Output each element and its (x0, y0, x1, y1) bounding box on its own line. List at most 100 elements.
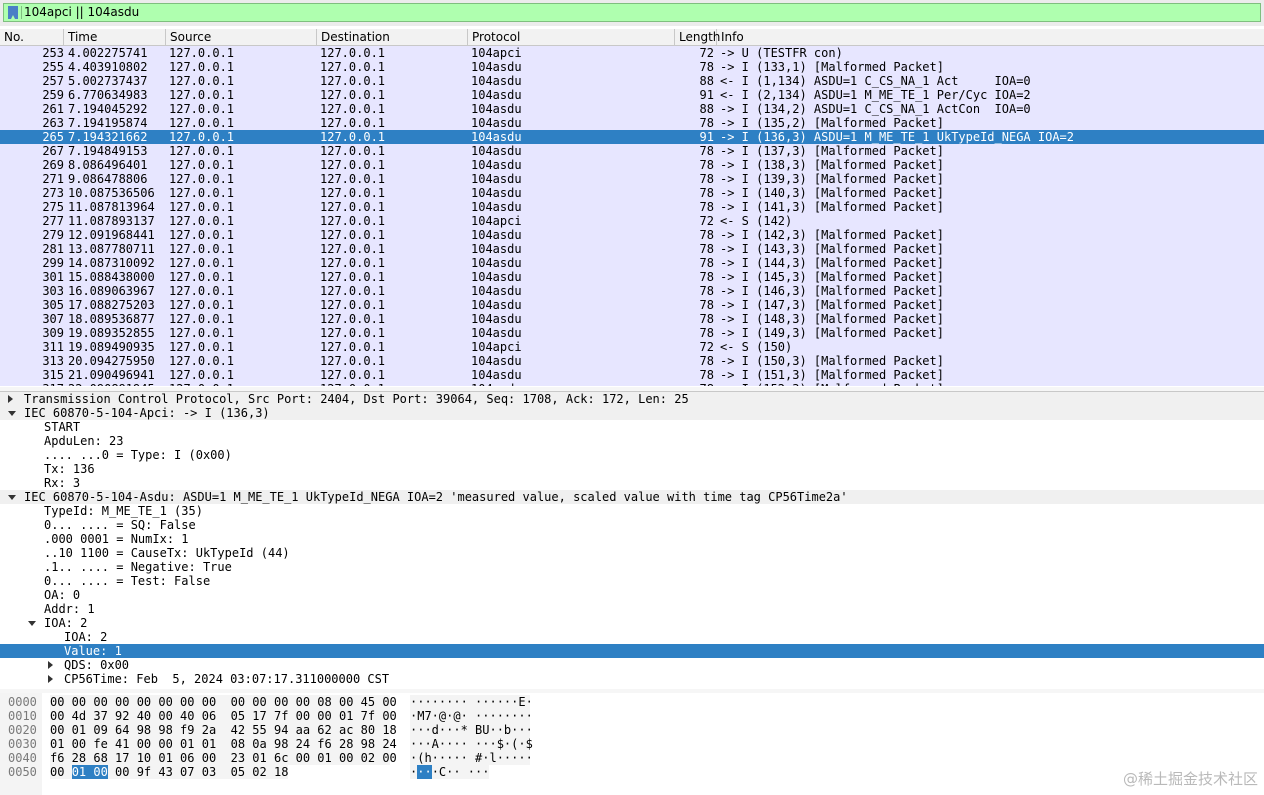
packet-row[interactable]: 255 4.403910802 127.0.0.1 127.0.0.1 104asdu 7… (0, 60, 1264, 74)
packet-cell-no: 313 (42, 354, 64, 368)
detail-row[interactable]: 0... .... = SQ: False (0, 518, 1264, 532)
packet-cell-dst: 127.0.0.1 (320, 382, 468, 386)
column-header-source[interactable]: Source (166, 29, 317, 45)
detail-row[interactable]: .000 0001 = NumIx: 1 (0, 532, 1264, 546)
column-header-destination[interactable]: Destination (317, 29, 468, 45)
packet-cell-len: 78 (699, 312, 714, 326)
packet-row[interactable]: 315 21.090496941 127.0.0.1 127.0.0.1 104asdu… (0, 368, 1264, 382)
detail-row[interactable]: QDS: 0x00 (0, 658, 1264, 672)
collapsed-arrow-icon[interactable] (48, 675, 53, 683)
packet-cell-time: 17.088275203 (68, 298, 155, 312)
packet-row[interactable]: 261 7.194045292 127.0.0.1 127.0.0.1 104asdu 8… (0, 102, 1264, 116)
packet-cell-time: 9.086478806 (68, 172, 148, 186)
bookmark-icon[interactable] (8, 6, 18, 19)
packet-row[interactable]: 301 15.088438000 127.0.0.1 127.0.0.1 104asdu… (0, 270, 1264, 284)
packet-cell-time: 7.194849153 (68, 144, 148, 158)
collapsed-arrow-icon[interactable] (48, 661, 53, 669)
packet-cell-no: 265 (42, 130, 64, 144)
detail-row[interactable]: ..10 1100 = CauseTx: UkTypeId (44) (0, 546, 1264, 560)
packet-row[interactable]: 307 18.089536877 127.0.0.1 127.0.0.1 104asdu… (0, 312, 1264, 326)
expanded-arrow-icon[interactable] (28, 621, 36, 626)
bytes-ascii[interactable]: ···A···· ···$·(·$ (410, 737, 533, 751)
packet-row[interactable]: 253 4.002275741 127.0.0.1 127.0.0.1 104apci 7… (0, 46, 1264, 60)
detail-row[interactable]: .1.. .... = Negative: True (0, 560, 1264, 574)
column-header-length[interactable]: Length (675, 29, 720, 45)
packet-cell-dst: 127.0.0.1 (320, 242, 386, 256)
detail-row[interactable]: .... ...0 = Type: I (0x00) (0, 448, 1264, 462)
packet-row[interactable]: 309 19.089352855 127.0.0.1 127.0.0.1 104asdu… (0, 326, 1264, 340)
bytes-hex[interactable]: 00 00 00 00 00 00 00 00 00 00 00 00 08 0… (50, 695, 397, 709)
packet-row[interactable]: 303 16.089063967 127.0.0.1 127.0.0.1 104asdu… (0, 284, 1264, 298)
column-header-info[interactable]: Info (717, 29, 1264, 45)
collapsed-arrow-icon[interactable] (8, 395, 13, 403)
bytes-hex[interactable]: f6 28 68 17 10 01 06 00 23 01 6c 00 01 0… (50, 751, 397, 765)
packet-cell-no: 273 (42, 186, 64, 200)
packet-cell-proto: 104asdu (471, 74, 522, 88)
display-filter-box[interactable] (3, 3, 1261, 22)
bytes-ascii[interactable]: ········ ······E· (410, 695, 533, 709)
packet-cell-time: 21.090496941 (68, 368, 155, 382)
bytes-row: 0000 00 00 00 00 00 00 00 00 00 00 00 00 … (0, 695, 1264, 709)
bytes-ascii[interactable]: ···d···* BU··b··· (410, 723, 533, 737)
packet-row[interactable]: 277 11.087893137 127.0.0.1 127.0.0.1 104apci… (0, 214, 1264, 228)
packet-row[interactable]: 311 19.089490935 127.0.0.1 127.0.0.1 104apci… (0, 340, 1264, 354)
packet-row[interactable]: 299 14.087310092 127.0.0.1 127.0.0.1 104asdu… (0, 256, 1264, 270)
column-header-protocol[interactable]: Protocol (468, 29, 675, 45)
column-header-time[interactable]: Time (64, 29, 166, 45)
detail-row[interactable]: Tx: 136 (0, 462, 1264, 476)
packet-cell-info: -> I (145,3) [Malformed Packet] (720, 270, 944, 284)
detail-row[interactable]: IEC 60870-5-104-Asdu: ASDU=1 M_ME_TE_1 U… (0, 490, 1264, 504)
packet-row[interactable]: 273 10.087536506 127.0.0.1 127.0.0.1 104asdu… (0, 186, 1264, 200)
detail-text: 0... .... = SQ: False (44, 518, 196, 532)
packet-row[interactable]: 271 9.086478806 127.0.0.1 127.0.0.1 104asdu 7… (0, 172, 1264, 186)
packet-cell-len: 78 (699, 186, 714, 200)
packet-row[interactable]: 263 7.194195874 127.0.0.1 127.0.0.1 104asdu 7… (0, 116, 1264, 130)
expanded-arrow-icon[interactable] (8, 411, 16, 416)
packet-cell-time: 4.002275741 (68, 46, 148, 60)
detail-row[interactable]: IOA: 2 (0, 616, 1264, 630)
detail-row[interactable]: ApduLen: 23 (0, 434, 1264, 448)
packet-cell-info: <- S (150) (720, 340, 793, 354)
detail-row[interactable]: IOA: 2 (0, 630, 1264, 644)
packet-cell-proto: 104apci (471, 46, 522, 60)
packet-cell-src: 127.0.0.1 (169, 200, 235, 214)
packet-cell-proto: 104asdu (471, 284, 522, 298)
packet-row[interactable]: 269 8.086496401 127.0.0.1 127.0.0.1 104asdu 7… (0, 158, 1264, 172)
bytes-hex[interactable]: 00 01 09 64 98 98 f9 2a 42 55 94 aa 62 a… (50, 723, 397, 737)
column-header-no[interactable]: No. (0, 29, 64, 45)
bytes-row: 0010 00 4d 37 92 40 00 40 06 05 17 7f 00 … (0, 709, 1264, 723)
detail-row[interactable]: OA: 0 (0, 588, 1264, 602)
packet-cell-proto: 104asdu (471, 102, 522, 116)
detail-row[interactable]: Value: 1 (0, 644, 1264, 658)
detail-row[interactable]: Rx: 3 (0, 476, 1264, 490)
packet-row[interactable]: 281 13.087780711 127.0.0.1 127.0.0.1 104asdu… (0, 242, 1264, 256)
bytes-hex[interactable]: 00 4d 37 92 40 00 40 06 05 17 7f 00 00 0… (50, 709, 397, 723)
packet-row[interactable]: 265 7.194321662 127.0.0.1 127.0.0.1 104asdu 9… (0, 130, 1264, 144)
packet-row[interactable]: 259 6.770634983 127.0.0.1 127.0.0.1 104asdu 9… (0, 88, 1264, 102)
packet-row[interactable]: 313 20.094275950 127.0.0.1 127.0.0.1 104asdu… (0, 354, 1264, 368)
bytes-ascii[interactable]: ····C·· ··· (410, 765, 490, 779)
bytes-hex[interactable]: 00 01 00 00 9f 43 07 03 05 02 18 (50, 765, 289, 779)
detail-row[interactable]: Addr: 1 (0, 602, 1264, 616)
packet-cell-time: 16.089063967 (68, 284, 155, 298)
packet-row[interactable]: 31722.090891945127.0.0.1127.0.0.1104asdu… (0, 382, 1264, 386)
detail-row[interactable]: 0... .... = Test: False (0, 574, 1264, 588)
expanded-arrow-icon[interactable] (8, 495, 16, 500)
display-filter-input[interactable] (24, 4, 1244, 21)
packet-cell-len: 78 (699, 368, 714, 382)
detail-row[interactable]: CP56Time: Feb 5, 2024 03:07:17.311000000… (0, 672, 1264, 686)
detail-row[interactable]: TypeId: M_ME_TE_1 (35) (0, 504, 1264, 518)
bytes-ascii[interactable]: ·(h····· #·l····· (410, 751, 533, 765)
bytes-hex[interactable]: 01 00 fe 41 00 00 01 01 08 0a 98 24 f6 2… (50, 737, 397, 751)
detail-row[interactable]: Transmission Control Protocol, Src Port:… (0, 392, 1264, 406)
packet-row[interactable]: 279 12.091968441 127.0.0.1 127.0.0.1 104asdu… (0, 228, 1264, 242)
packet-row[interactable]: 257 5.002737437 127.0.0.1 127.0.0.1 104asdu 8… (0, 74, 1264, 88)
packet-row[interactable]: 305 17.088275203 127.0.0.1 127.0.0.1 104asdu… (0, 298, 1264, 312)
packet-row[interactable]: 267 7.194849153 127.0.0.1 127.0.0.1 104asdu 7… (0, 144, 1264, 158)
packet-cell-info: -> I (149,3) [Malformed Packet] (720, 326, 944, 340)
detail-text: Addr: 1 (44, 602, 95, 616)
bytes-ascii[interactable]: ·M7·@·@· ········ (410, 709, 533, 723)
detail-row[interactable]: START (0, 420, 1264, 434)
detail-row[interactable]: IEC 60870-5-104-Apci: -> I (136,3) (0, 406, 1264, 420)
packet-row[interactable]: 275 11.087813964 127.0.0.1 127.0.0.1 104asdu… (0, 200, 1264, 214)
